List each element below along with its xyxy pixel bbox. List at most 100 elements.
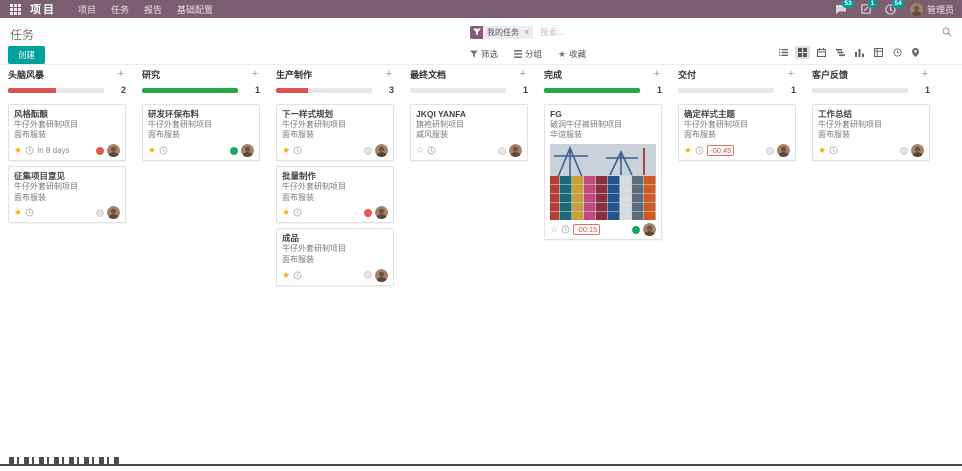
view-calendar-button[interactable]: [814, 46, 829, 59]
assignee-avatar[interactable]: [107, 144, 120, 157]
card-badge[interactable]: -00:45: [707, 145, 734, 156]
search-facet: 我的任务 ×: [470, 26, 533, 39]
activity-clock-icon[interactable]: [427, 146, 436, 155]
app-menus: 项目 任务 报告 基础配置: [78, 3, 213, 16]
menu-projects[interactable]: 项目: [78, 3, 96, 16]
messages-count-badge: 53: [842, 0, 854, 8]
systray: 53 1 54 管理员: [835, 3, 954, 16]
view-graph-button[interactable]: [852, 46, 867, 59]
column-progressbar[interactable]: [8, 88, 104, 93]
state-dot[interactable]: [364, 271, 372, 279]
facet-remove-icon[interactable]: ×: [523, 26, 533, 39]
priority-star-icon[interactable]: ★: [684, 146, 692, 155]
activity-clock-icon[interactable]: [25, 208, 34, 217]
assignee-avatar[interactable]: [241, 144, 254, 157]
priority-star-icon[interactable]: ☆: [550, 225, 558, 234]
activity-clock-icon[interactable]: [695, 146, 704, 155]
search-input[interactable]: 搜索...: [540, 26, 942, 38]
view-kanban-button[interactable]: [795, 46, 810, 59]
column-progressbar[interactable]: [812, 88, 908, 93]
state-dot[interactable]: [364, 209, 372, 217]
app-title[interactable]: 项目: [30, 1, 56, 17]
card-badge[interactable]: -00:15: [573, 224, 600, 235]
activities-icon[interactable]: 54: [885, 4, 896, 15]
messages-icon[interactable]: 53: [835, 4, 847, 15]
add-card-button[interactable]: +: [250, 69, 260, 80]
priority-star-icon[interactable]: ★: [282, 271, 290, 280]
priority-star-icon[interactable]: ★: [148, 146, 156, 155]
groupby-button[interactable]: 分组: [514, 48, 542, 60]
assignee-avatar[interactable]: [375, 144, 388, 157]
state-dot[interactable]: [364, 147, 372, 155]
activity-clock-icon[interactable]: [293, 271, 302, 280]
view-list-button[interactable]: [776, 46, 791, 59]
add-card-button[interactable]: +: [652, 69, 662, 80]
activity-clock-icon[interactable]: [293, 146, 302, 155]
priority-star-icon[interactable]: ★: [282, 208, 290, 217]
priority-star-icon[interactable]: ★: [14, 208, 22, 217]
filters-button[interactable]: 筛选: [470, 48, 498, 60]
assignee-avatar[interactable]: [107, 206, 120, 219]
column-progressbar[interactable]: [544, 88, 640, 93]
menu-reporting[interactable]: 报告: [144, 3, 162, 16]
assignee-avatar[interactable]: [777, 144, 790, 157]
view-pivot-button[interactable]: [871, 46, 886, 59]
priority-star-icon[interactable]: ★: [818, 146, 826, 155]
favorites-button[interactable]: ★ 收藏: [558, 48, 586, 60]
priority-star-icon[interactable]: ★: [14, 146, 22, 155]
state-dot[interactable]: [766, 147, 774, 155]
kanban-card[interactable]: 风格酝酿牛仔外套研制项目面布服装★In 8 days: [8, 104, 126, 161]
view-gantt-button[interactable]: [833, 46, 848, 59]
activity-clock-icon[interactable]: [25, 146, 34, 155]
kanban-column: 最终文档+1JKQI YANFA旗袍研制项目威风服装☆: [410, 67, 528, 455]
view-activity-button[interactable]: [890, 46, 905, 59]
search-bar[interactable]: 我的任务 × 搜索...: [470, 24, 954, 40]
column-record-count: 1: [908, 85, 930, 95]
view-map-button[interactable]: [909, 46, 922, 59]
activity-clock-icon[interactable]: [561, 225, 570, 234]
state-dot[interactable]: [632, 226, 640, 234]
create-button[interactable]: 创建: [8, 46, 45, 64]
activity-clock-icon[interactable]: [293, 208, 302, 217]
activity-clock-icon[interactable]: [159, 146, 168, 155]
state-dot[interactable]: [96, 209, 104, 217]
kanban-card[interactable]: 研发环保布料牛仔外套研制项目面布服装★: [142, 104, 260, 161]
activity-clock-icon[interactable]: [829, 146, 838, 155]
kanban-card[interactable]: 下一样式规划牛仔外套研制项目面布服装★: [276, 104, 394, 161]
column-progressbar[interactable]: [142, 88, 238, 93]
add-card-button[interactable]: +: [518, 69, 528, 80]
kanban-card[interactable]: 成品牛仔外套研制项目面布服装★: [276, 228, 394, 285]
add-card-button[interactable]: +: [116, 69, 126, 80]
priority-star-icon[interactable]: ☆: [416, 146, 424, 155]
column-progressbar[interactable]: [678, 88, 774, 93]
kanban-card[interactable]: JKQI YANFA旗袍研制项目威风服装☆: [410, 104, 528, 161]
user-menu[interactable]: 管理员: [910, 3, 954, 16]
menu-tasks[interactable]: 任务: [111, 3, 129, 16]
column-progressbar[interactable]: [276, 88, 372, 93]
kanban-card[interactable]: 工作总结牛仔外套研制项目面布服装★: [812, 104, 930, 161]
assignee-avatar[interactable]: [509, 144, 522, 157]
add-card-button[interactable]: +: [384, 69, 394, 80]
card-badge[interactable]: In 8 days: [37, 146, 69, 155]
kanban-card[interactable]: FG破洞牛仔裤研制项目华谊服装☆-00:15: [544, 104, 662, 240]
add-card-button[interactable]: +: [786, 69, 796, 80]
kanban-card[interactable]: 征集项目意见牛仔外套研制项目面布服装★: [8, 166, 126, 223]
search-icon[interactable]: [942, 27, 952, 37]
state-dot[interactable]: [96, 147, 104, 155]
state-dot[interactable]: [498, 147, 506, 155]
apps-menu-icon[interactable]: [10, 4, 21, 15]
assignee-avatar[interactable]: [911, 144, 924, 157]
state-dot[interactable]: [900, 147, 908, 155]
priority-star-icon[interactable]: ★: [282, 146, 290, 155]
control-panel: 任务 创建 我的任务 × 搜索... 筛选 分组 ★ 收藏: [0, 18, 962, 65]
assignee-avatar[interactable]: [375, 206, 388, 219]
add-card-button[interactable]: +: [920, 69, 930, 80]
assignee-avatar[interactable]: [375, 269, 388, 282]
assignee-avatar[interactable]: [643, 223, 656, 236]
kanban-card[interactable]: 批量制作牛仔外套研制项目面布服装★: [276, 166, 394, 223]
menu-configuration[interactable]: 基础配置: [177, 3, 213, 16]
kanban-card[interactable]: 确定样式主题牛仔外套研制项目面布服装★-00:45: [678, 104, 796, 161]
column-progressbar[interactable]: [410, 88, 506, 93]
notes-icon[interactable]: 1: [861, 4, 871, 14]
state-dot[interactable]: [230, 147, 238, 155]
